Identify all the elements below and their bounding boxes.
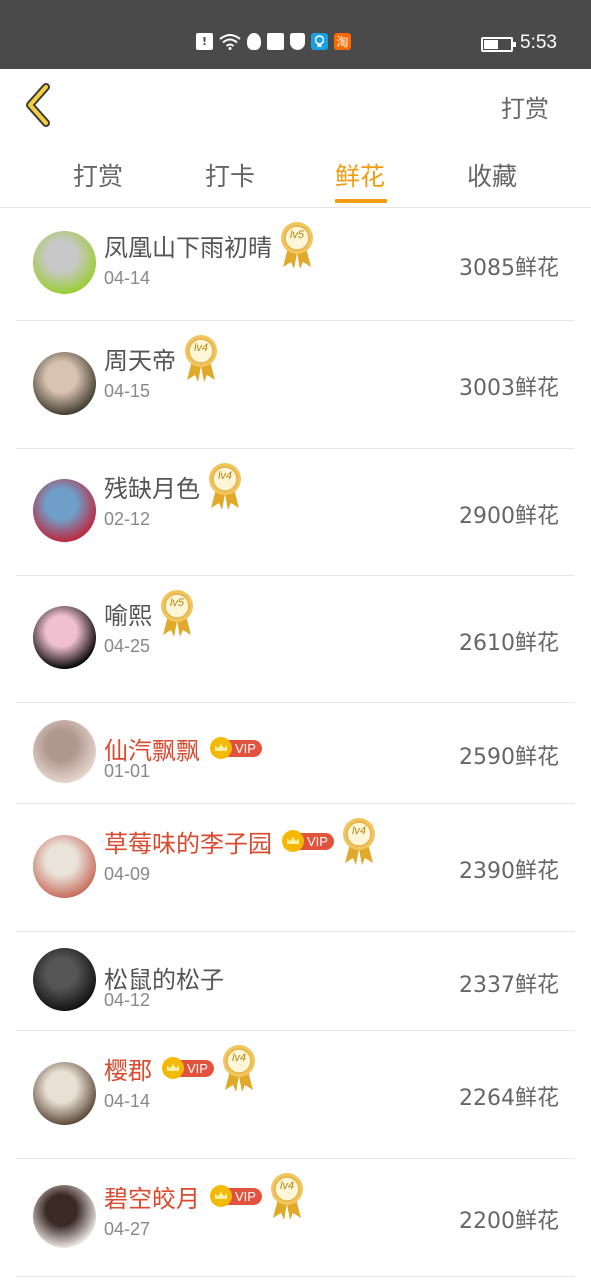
level-medal-icon: lv5 [278, 220, 316, 270]
crown-icon [162, 1057, 184, 1079]
flower-count: 2337鲜花 [459, 973, 559, 998]
date-label: 04-14 [104, 268, 151, 288]
list-item[interactable]: 草莓味的李子园 VIP lv4 04-09 2390鲜花 [16, 804, 575, 932]
level-medal-icon: lv4 [182, 333, 220, 383]
level-medal-icon: lv4 [340, 816, 378, 866]
flower-count: 2390鲜花 [459, 859, 559, 884]
level-medal-icon: lv4 [220, 1043, 258, 1093]
taobao-icon: 淘 [334, 33, 351, 50]
list-item[interactable]: 周天帝 lv4 04-15 3003鲜花 [16, 321, 575, 449]
vip-badge: VIP [282, 830, 334, 852]
back-button[interactable] [20, 81, 60, 129]
flower-count: 2590鲜花 [459, 745, 559, 770]
reward-button[interactable]: 打赏 [501, 89, 549, 124]
shield-icon [290, 33, 305, 50]
vip-badge: VIP [210, 1185, 262, 1207]
level-label: lv4 [351, 825, 366, 837]
name-line: 樱郡 VIP lv4 [104, 1043, 258, 1093]
tab-reward[interactable]: 打赏 [63, 157, 133, 193]
flower-count: 2264鲜花 [459, 1086, 559, 1111]
avatar[interactable] [33, 352, 96, 415]
date-label: 02-12 [104, 509, 151, 529]
avatar[interactable] [33, 948, 96, 1011]
chevron-left-icon [26, 83, 50, 127]
user-name[interactable]: 喻熙 [104, 596, 152, 631]
flower-ranking-list: 凤凰山下雨初晴 lv5 04-14 3085鲜花 周天帝 lv4 04-15 3… [0, 208, 591, 1277]
alert-icon: ! [196, 33, 213, 50]
level-medal-icon: lv5 [158, 588, 196, 638]
user-name[interactable]: 樱郡 [104, 1051, 152, 1086]
flower-count: 3003鲜花 [459, 376, 559, 401]
tab-bar: 打赏 打卡 鲜花 收藏 [0, 141, 591, 208]
status-bar: ! 淘 5:53 [0, 0, 591, 69]
date-label: 04-12 [104, 990, 151, 1010]
status-time: 5:53 [520, 32, 557, 53]
active-tab-indicator [335, 199, 387, 203]
name-line: 喻熙 lv5 [104, 588, 196, 638]
vip-badge: VIP [210, 737, 262, 759]
user-name[interactable]: 草莓味的李子园 [104, 824, 272, 859]
list-item[interactable]: 仙汽飘飘 VIP 01-01 2590鲜花 [16, 703, 575, 804]
name-line: 草莓味的李子园 VIP lv4 [104, 816, 378, 866]
date-label: 04-25 [104, 636, 151, 656]
flower-count: 3085鲜花 [459, 256, 559, 281]
flower-count: 2610鲜花 [459, 631, 559, 656]
list-item[interactable]: 凤凰山下雨初晴 lv5 04-14 3085鲜花 [16, 208, 575, 321]
name-line: 凤凰山下雨初晴 lv5 [104, 220, 316, 270]
wifi-icon [219, 33, 241, 50]
tab-checkin[interactable]: 打卡 [195, 157, 265, 193]
flower-count: 2900鲜花 [459, 504, 559, 529]
date-label: 04-14 [104, 1091, 151, 1111]
level-label: lv5 [289, 229, 305, 241]
list-item[interactable]: 喻熙 lv5 04-25 2610鲜花 [16, 576, 575, 703]
battery-icon [481, 37, 516, 52]
date-label: 04-27 [104, 1219, 151, 1239]
level-label: lv4 [231, 1052, 246, 1064]
user-name[interactable]: 凤凰山下雨初晴 [104, 228, 272, 263]
list-item[interactable]: 樱郡 VIP lv4 04-14 2264鲜花 [16, 1031, 575, 1159]
level-medal-icon: lv4 [206, 461, 244, 511]
date-label: 04-15 [104, 381, 151, 401]
battery-level [484, 40, 498, 49]
gallery-icon [267, 33, 284, 50]
name-line: 周天帝 lv4 [104, 333, 220, 383]
qq-icon [247, 33, 261, 50]
level-medal-icon: lv4 [268, 1171, 306, 1221]
top-nav: 打赏 [0, 69, 591, 141]
date-label: 01-01 [104, 761, 151, 781]
user-name[interactable]: 残缺月色 [104, 469, 200, 504]
crown-icon [282, 830, 304, 852]
user-name[interactable]: 周天帝 [104, 341, 176, 376]
bulb-icon [311, 33, 328, 50]
list-item[interactable]: 碧空皎月 VIP lv4 04-27 2200鲜花 [16, 1159, 575, 1277]
crown-icon [210, 1185, 232, 1207]
date-label: 04-09 [104, 864, 151, 884]
avatar[interactable] [33, 720, 96, 783]
vip-badge: VIP [162, 1057, 214, 1079]
status-icons: ! 淘 [196, 33, 351, 50]
avatar[interactable] [33, 479, 96, 542]
crown-icon [210, 737, 232, 759]
avatar[interactable] [33, 1185, 96, 1248]
list-item[interactable]: 残缺月色 lv4 02-12 2900鲜花 [16, 449, 575, 576]
avatar[interactable] [33, 231, 96, 294]
name-line: 残缺月色 lv4 [104, 461, 244, 511]
level-label: lv4 [217, 470, 233, 482]
user-name[interactable]: 碧空皎月 [104, 1179, 200, 1214]
tab-flowers[interactable]: 鲜花 [325, 157, 395, 193]
flower-count: 2200鲜花 [459, 1209, 559, 1234]
level-label: lv4 [279, 1180, 294, 1192]
avatar[interactable] [33, 835, 96, 898]
list-item[interactable]: 松鼠的松子 04-12 2337鲜花 [16, 932, 575, 1031]
level-label: lv4 [193, 342, 209, 354]
name-line: 碧空皎月 VIP lv4 [104, 1171, 306, 1221]
level-label: lv5 [169, 597, 185, 609]
tab-favorites[interactable]: 收藏 [457, 157, 527, 193]
avatar[interactable] [33, 1062, 96, 1125]
avatar[interactable] [33, 606, 96, 669]
